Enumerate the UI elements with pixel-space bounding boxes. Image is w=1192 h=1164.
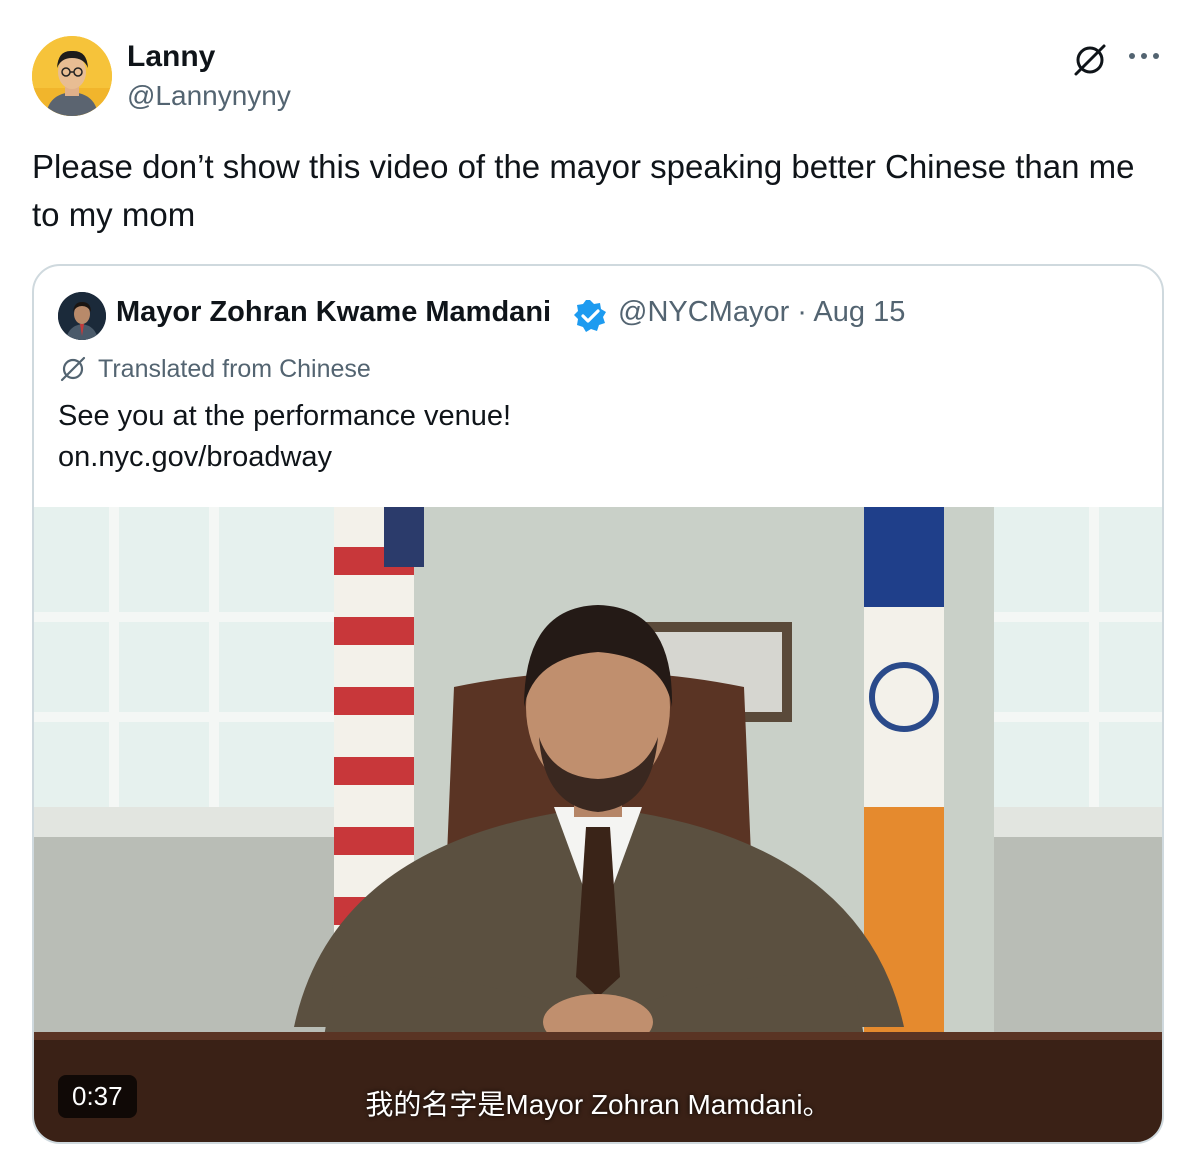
translated-notice[interactable]: Translated from Chinese <box>58 354 371 384</box>
quoted-tweet-card[interactable]: Mayor Zohran Kwame Mamdani @NYCMayor · A… <box>32 264 1164 1144</box>
author-avatar[interactable] <box>32 36 112 116</box>
video-caption: 我的名字是Mayor Zohran Mamdani。 <box>365 1089 831 1120</box>
more-options-button[interactable] <box>1122 38 1166 74</box>
tweet-text: Please don’t show this video of the mayo… <box>32 148 1135 233</box>
translate-icon <box>60 356 86 382</box>
quoted-tweet-text: See you at the performance venue! on.nyc… <box>58 400 512 473</box>
quoted-handle-date[interactable]: @NYCMayor · Aug 15 <box>618 296 905 329</box>
verified-badge-icon <box>574 300 606 332</box>
video-frame <box>34 507 1162 1142</box>
author-name[interactable]: Lanny <box>127 40 215 74</box>
quoted-author-avatar[interactable] <box>58 292 106 340</box>
more-icon <box>1129 53 1159 59</box>
quoted-author-name[interactable]: Mayor Zohran Kwame Mamdani <box>116 296 551 329</box>
author-handle[interactable]: @Lannynyny <box>127 80 291 112</box>
translate-button[interactable] <box>1068 38 1112 82</box>
video-player[interactable]: 0:37 我的名字是Mayor Zohran Mamdani。 <box>34 507 1162 1142</box>
translated-label: Translated from Chinese <box>98 354 371 383</box>
translate-icon <box>1074 44 1106 76</box>
